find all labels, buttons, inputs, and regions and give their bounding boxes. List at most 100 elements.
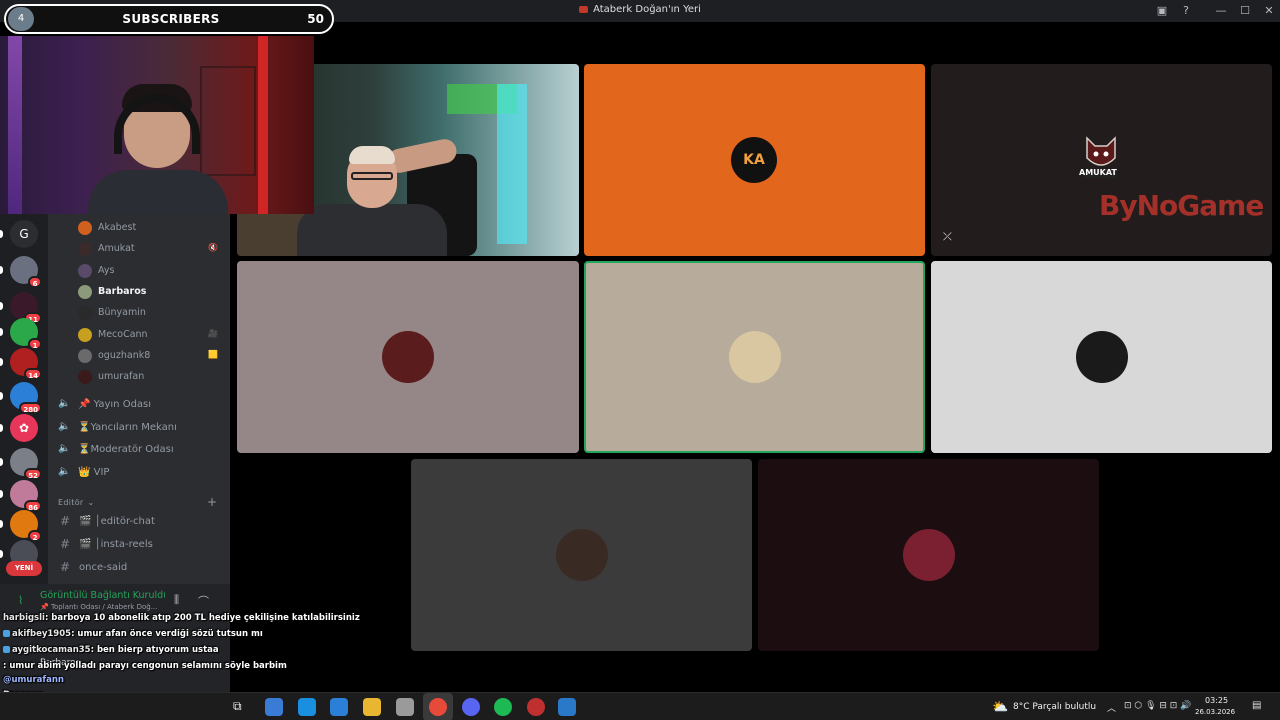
voice-member[interactable]: Amukat 🔇 xyxy=(78,239,228,259)
taskbar-app-icon[interactable] xyxy=(265,698,283,716)
voice-member[interactable]: Bünyamin xyxy=(78,303,228,323)
taskbar-app-icon[interactable] xyxy=(298,698,316,716)
server-logo-icon xyxy=(579,6,589,13)
taskbar-app-icon[interactable] xyxy=(527,698,545,716)
voice-channel[interactable]: 🔈 👑 VIP xyxy=(58,463,226,483)
member-name: Bünyamin xyxy=(98,307,146,319)
maximize-button[interactable]: ☐ xyxy=(1235,3,1255,19)
avatar xyxy=(1075,331,1128,383)
speaker-icon: 🔈 xyxy=(58,398,71,409)
server-icon[interactable]: G xyxy=(10,220,38,248)
chat-text: : barboya 10 abonelik atıp 200 TL hediye… xyxy=(44,613,360,623)
clock-date[interactable]: 26.03.2026 xyxy=(1195,708,1235,716)
taskbar-app-icon[interactable] xyxy=(494,698,512,716)
unread-pill xyxy=(0,520,3,528)
taskbar-app-icon[interactable] xyxy=(330,698,348,716)
subscribers-count: 50 xyxy=(307,12,324,26)
mention-badge: 1 xyxy=(28,338,42,350)
server-glyph: G xyxy=(19,227,29,241)
new-badge[interactable]: YENİ xyxy=(6,561,42,576)
server-icon[interactable]: 6 xyxy=(10,256,42,288)
chat-message: harbigsli: barboya 10 abonelik atıp 200 … xyxy=(3,613,360,623)
category-header[interactable]: Editör ⌄ xyxy=(58,498,95,507)
chat-text: : umur abim yolladı parayı cengonun sela… xyxy=(3,661,287,671)
server-icon[interactable]: 86 xyxy=(10,480,42,512)
unread-pill xyxy=(0,328,3,336)
speaker-icon: 🔈 xyxy=(58,443,71,455)
status-icon: 🎥 xyxy=(208,328,218,338)
text-channel[interactable]: # 🎬 │insta-reels xyxy=(60,535,228,555)
server-icon[interactable]: 14 xyxy=(10,348,42,380)
chat-username: harbigsli xyxy=(3,613,45,623)
unread-pill xyxy=(0,550,3,558)
video-tile-akabest[interactable]: KA xyxy=(584,64,925,256)
server-icon[interactable]: 280 xyxy=(10,382,42,414)
video-tile-ays[interactable] xyxy=(237,261,579,453)
weather-icon[interactable]: ⛅ xyxy=(992,700,1008,715)
decor-shape xyxy=(258,36,268,214)
add-channel-icon[interactable]: + xyxy=(207,495,217,509)
server-list: G 6 11 1 14 280 ✿ 52 86 2 xyxy=(0,214,48,610)
channel-name: 🎬 │editör-chat xyxy=(79,516,155,527)
voice-member[interactable]: Akabest xyxy=(78,218,228,238)
unread-pill xyxy=(0,392,3,400)
decor-shape xyxy=(497,84,527,244)
video-tile-amukat[interactable]: AMUKAT ByNoGame ⤫ xyxy=(931,64,1272,256)
server-icon[interactable]: 1 xyxy=(10,318,42,350)
avatar xyxy=(78,370,92,385)
voice-member[interactable]: Ays xyxy=(78,261,228,281)
server-icon[interactable]: ✿ xyxy=(10,414,38,442)
server-icon[interactable]: 2 xyxy=(10,510,42,542)
voice-channel[interactable]: 🔈 📌 Yayın Odası xyxy=(58,395,226,415)
taskbar-app-icon[interactable] xyxy=(558,698,576,716)
amukat-logo-text: AMUKAT xyxy=(1079,168,1117,177)
chat-message: @umurafann xyxy=(3,675,64,685)
avatar xyxy=(78,306,92,321)
decor-shape xyxy=(82,84,232,214)
video-tile-umurafan[interactable] xyxy=(758,459,1099,651)
chat-badge-icon xyxy=(3,646,10,653)
voice-member[interactable]: umurafan xyxy=(78,367,228,387)
clock-time[interactable]: 03:25 xyxy=(1205,696,1228,705)
avatar xyxy=(78,221,92,235)
noise-suppression-icon[interactable]: ⫼ xyxy=(174,593,179,607)
tray-chevron-icon[interactable]: ︿ xyxy=(1107,701,1116,714)
voice-channel[interactable]: 🔈 ⏳Moderatör Odası xyxy=(58,440,226,460)
taskbar-app-icon[interactable] xyxy=(396,698,414,716)
inbox-icon[interactable]: ▣ xyxy=(1152,3,1172,19)
weather-text[interactable]: 8°C Parçalı bulutlu xyxy=(1013,702,1096,712)
taskbar-app-icon[interactable] xyxy=(462,698,480,716)
voice-member[interactable]: MecoCann 🎥 xyxy=(78,325,228,345)
text-channel[interactable]: # once-said xyxy=(60,558,228,578)
video-tile-barbaros[interactable] xyxy=(584,261,925,453)
voice-channel[interactable]: 🔈 ⏳Yancıların Mekanı xyxy=(58,418,226,438)
close-button[interactable]: ✕ xyxy=(1259,3,1279,19)
voice-status[interactable]: Görüntülü Bağlantı Kuruldu xyxy=(40,590,165,601)
text-channel[interactable]: # 🎬 │editör-chat xyxy=(60,512,228,532)
hash-icon: # xyxy=(60,514,71,528)
voice-member[interactable]: Barbaros xyxy=(78,282,228,302)
channel-name: 🎬 │insta-reels xyxy=(79,538,153,550)
unread-pill xyxy=(0,458,3,466)
server-icon[interactable]: 11 xyxy=(10,292,42,324)
server-icon[interactable]: 52 xyxy=(10,448,42,480)
unread-pill xyxy=(0,424,3,432)
chat-text: : umur afan önce verdiği sözü tutsun mı xyxy=(71,629,263,639)
status-icon: 🟨 xyxy=(208,349,218,359)
video-tile-bunyamin[interactable] xyxy=(931,261,1272,453)
minimize-button[interactable]: — xyxy=(1211,3,1231,19)
tray-icons[interactable]: ⊡ ⬡ 🎙 ⊟ ⊡ 🔊 xyxy=(1124,701,1191,711)
voice-member[interactable]: oguzhank8 🟨 xyxy=(78,346,228,366)
unread-pill xyxy=(0,302,3,310)
mention-badge: 2 xyxy=(28,530,42,542)
notification-icon[interactable]: ▤ xyxy=(1252,700,1261,711)
mention-badge: 280 xyxy=(19,402,42,414)
taskbar-app-icon[interactable] xyxy=(429,698,447,716)
task-view-icon[interactable]: ⧉ xyxy=(233,699,242,714)
help-icon[interactable]: ? xyxy=(1176,3,1196,19)
disconnect-icon[interactable]: ⌒ xyxy=(198,593,209,609)
category-name: Editör xyxy=(58,498,84,507)
status-icon: 🔇 xyxy=(208,243,218,253)
video-tile-mecocann[interactable] xyxy=(411,459,752,651)
taskbar-app-icon[interactable] xyxy=(363,698,381,716)
